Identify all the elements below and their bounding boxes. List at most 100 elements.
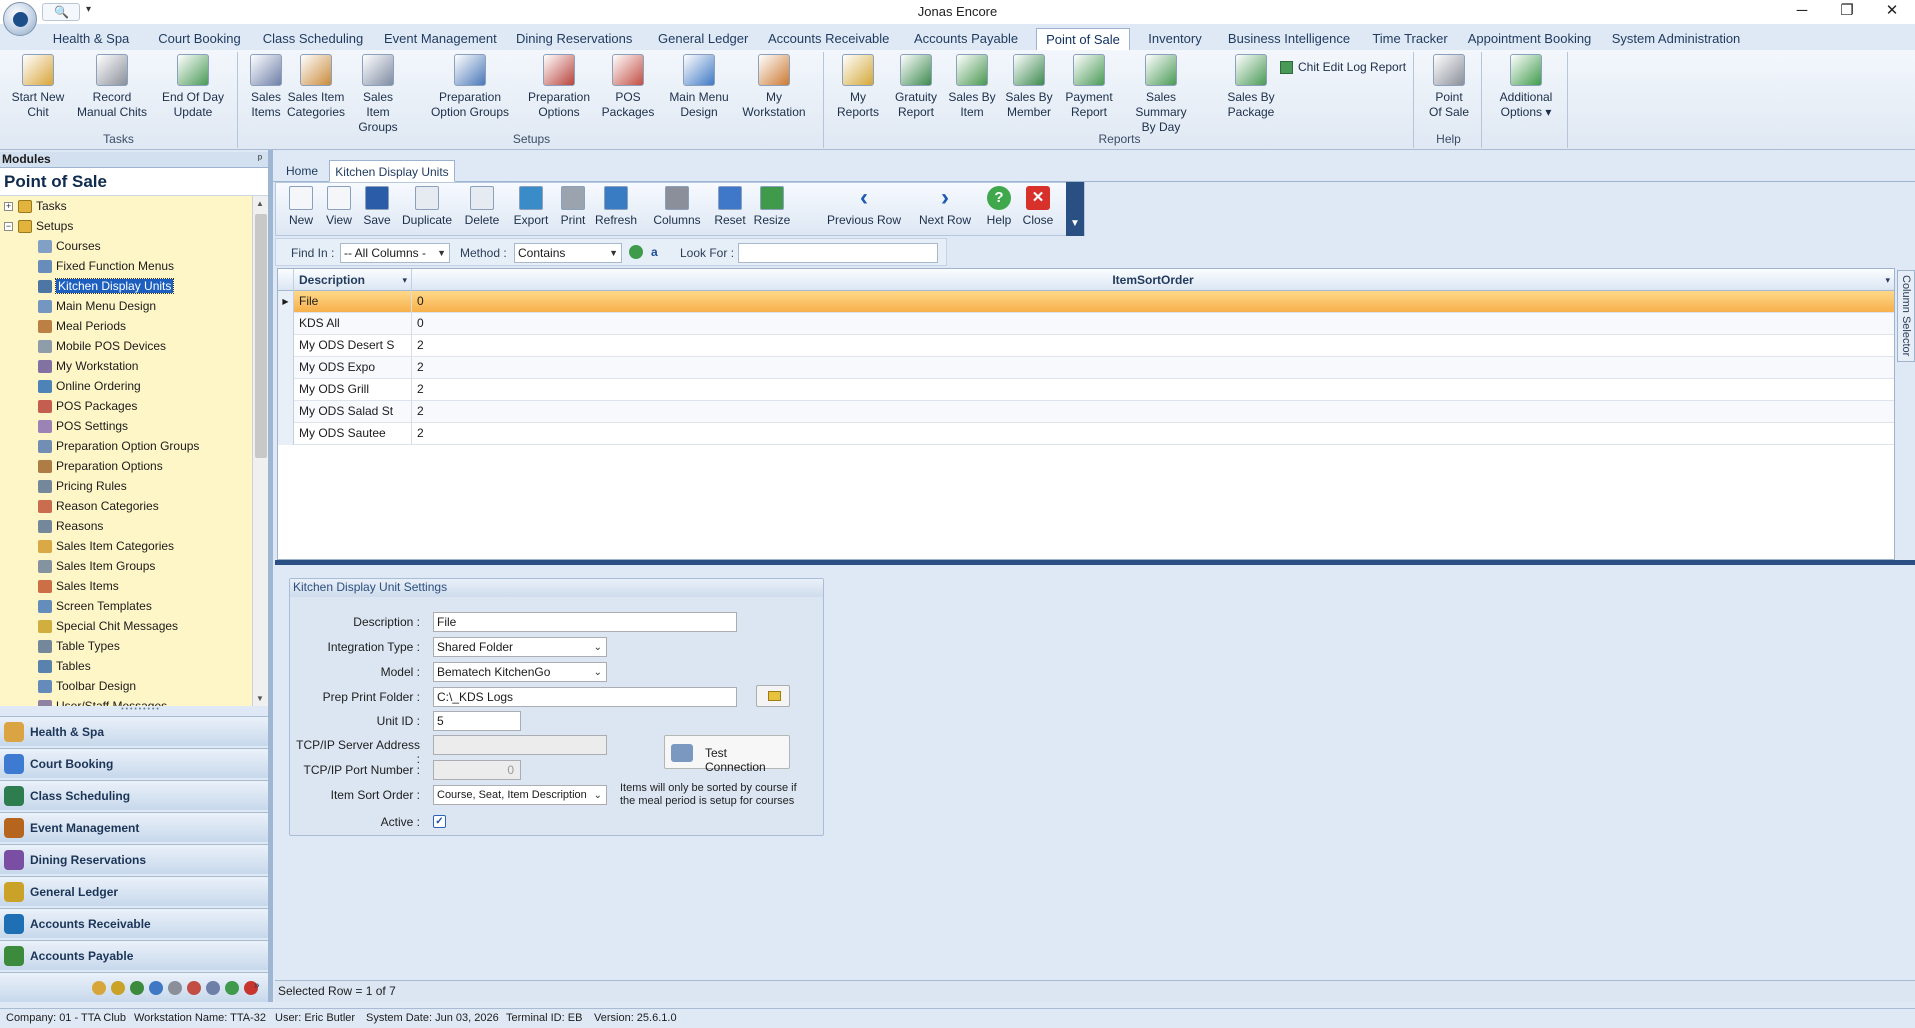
tree-node-setups[interactable]: Setups bbox=[18, 217, 73, 235]
tree-item-sales-item-groups[interactable]: Sales Item Groups bbox=[38, 557, 155, 575]
ribbon-button-end-of-day-update[interactable]: End Of Day Update bbox=[158, 54, 228, 120]
grid-detail-splitter[interactable] bbox=[275, 560, 1915, 565]
ribbon-tab-system-administration[interactable]: System Administration bbox=[1610, 28, 1742, 50]
tree-item-preparation-option-groups[interactable]: Preparation Option Groups bbox=[38, 437, 199, 455]
column-filter-icon[interactable]: ▾ bbox=[1885, 269, 1890, 291]
tree-item-user-staff-messages[interactable]: User/Staff Messages bbox=[38, 697, 167, 706]
ribbon-button-gratuity-report[interactable]: Gratuity Report bbox=[888, 54, 944, 120]
ribbon-button-my-reports[interactable]: My Reports bbox=[832, 54, 884, 120]
view-button[interactable]: View bbox=[322, 186, 356, 227]
cell-item-sort-order[interactable]: 2 bbox=[412, 401, 1894, 423]
prep-print-folder-field[interactable]: C:\_KDS Logs bbox=[433, 687, 737, 707]
ribbon-tab-accounts-receivable[interactable]: Accounts Receivable bbox=[768, 28, 889, 50]
model-select[interactable]: Bematech KitchenGo ⌄ bbox=[433, 662, 607, 682]
row-indicator[interactable] bbox=[278, 379, 294, 401]
ribbon-tab-health-spa[interactable]: Health & Spa bbox=[44, 28, 138, 50]
cell-item-sort-order[interactable]: 2 bbox=[412, 357, 1894, 379]
nav-bar-event-management[interactable]: Event Management bbox=[0, 812, 268, 842]
cell-item-sort-order[interactable]: 2 bbox=[412, 423, 1894, 445]
tree-node-tasks[interactable]: Tasks bbox=[18, 197, 67, 215]
item-sort-order-select[interactable]: Course, Seat, Item Description ⌄ bbox=[433, 785, 607, 805]
health-spa-mini-icon[interactable] bbox=[92, 981, 106, 995]
columns-button[interactable]: Columns bbox=[647, 186, 707, 227]
look-for-input[interactable] bbox=[738, 243, 938, 263]
minimize-button[interactable]: ─ bbox=[1779, 0, 1825, 24]
tree-item-sales-item-categories[interactable]: Sales Item Categories bbox=[38, 537, 174, 555]
cell-description[interactable]: My ODS Grill bbox=[294, 379, 412, 401]
tree-item-reason-categories[interactable]: Reason Categories bbox=[38, 497, 159, 515]
ribbon-tab-business-intelligence[interactable]: Business Intelligence bbox=[1225, 28, 1353, 50]
test-connection-button[interactable]: Test Connection bbox=[664, 735, 790, 774]
accounts-receivable-mini-icon[interactable] bbox=[206, 981, 220, 995]
cell-item-sort-order[interactable]: 2 bbox=[412, 379, 1894, 401]
cell-description[interactable]: My ODS Sautee bbox=[294, 423, 412, 445]
tree-item-sales-items[interactable]: Sales Items bbox=[38, 577, 119, 595]
close-window-button[interactable]: ✕ bbox=[1869, 0, 1915, 24]
ribbon-tab-time-tracker[interactable]: Time Tracker bbox=[1370, 28, 1450, 50]
table-row[interactable]: ▶ File 0 bbox=[278, 291, 1894, 313]
ribbon-button-start-new-chit[interactable]: Start New Chit bbox=[4, 54, 72, 120]
cell-item-sort-order[interactable]: 2 bbox=[412, 335, 1894, 357]
ribbon-tab-event-management[interactable]: Event Management bbox=[384, 28, 497, 50]
tree-item-meal-periods[interactable]: Meal Periods bbox=[38, 317, 126, 335]
column-header-itemsortorder[interactable]: ItemSortOrder ▾ bbox=[412, 269, 1894, 291]
row-indicator[interactable] bbox=[278, 401, 294, 423]
row-indicator[interactable] bbox=[278, 313, 294, 335]
tree-item-courses[interactable]: Courses bbox=[38, 237, 101, 255]
table-row[interactable]: My ODS Salad St 2 bbox=[278, 401, 1894, 423]
nav-bar-accounts-receivable[interactable]: Accounts Receivable bbox=[0, 908, 268, 938]
tree-item-toolbar-design[interactable]: Toolbar Design bbox=[38, 677, 136, 695]
method-select[interactable]: Contains ▼ bbox=[514, 243, 622, 263]
active-checkbox[interactable]: ✓ bbox=[433, 815, 446, 828]
tree-expander-icon[interactable]: + bbox=[4, 202, 13, 211]
tree-item-pos-settings[interactable]: POS Settings bbox=[38, 417, 128, 435]
tree-item-pos-packages[interactable]: POS Packages bbox=[38, 397, 137, 415]
help-mini-icon[interactable] bbox=[225, 981, 239, 995]
nav-bar-accounts-payable[interactable]: Accounts Payable bbox=[0, 940, 268, 970]
chit-edit-log-report-button[interactable]: Chit Edit Log Report bbox=[1280, 60, 1406, 75]
description-field[interactable]: File bbox=[433, 612, 737, 632]
ribbon-button-sales-by-member[interactable]: Sales By Member bbox=[1002, 54, 1056, 120]
doc-tab-home[interactable]: Home bbox=[277, 160, 327, 182]
ribbon-button-pos-packages[interactable]: POS Packages bbox=[600, 54, 656, 120]
cell-description[interactable]: My ODS Expo bbox=[294, 357, 412, 379]
case-sensitive-icon[interactable]: a bbox=[651, 245, 658, 259]
save-button[interactable]: Save bbox=[360, 186, 394, 227]
general-ledger-mini-icon[interactable] bbox=[187, 981, 201, 995]
tree-item-pricing-rules[interactable]: Pricing Rules bbox=[38, 477, 127, 495]
ribbon-tab-dining-reservations[interactable]: Dining Reservations bbox=[516, 28, 632, 50]
ribbon-button-main-menu-design[interactable]: Main Menu Design bbox=[664, 54, 734, 120]
tree-item-fixed-function-menus[interactable]: Fixed Function Menus bbox=[38, 257, 174, 275]
integration-type-select[interactable]: Shared Folder ⌄ bbox=[433, 637, 607, 657]
ribbon-button-sales-by-item[interactable]: Sales By Item bbox=[948, 54, 996, 120]
help-button[interactable]: ? Help bbox=[982, 186, 1016, 227]
new-button[interactable]: New bbox=[284, 186, 318, 227]
ribbon-tab-class-scheduling[interactable]: Class Scheduling bbox=[262, 28, 364, 50]
table-row[interactable]: My ODS Expo 2 bbox=[278, 357, 1894, 379]
nav-bar-general-ledger[interactable]: General Ledger bbox=[0, 876, 268, 906]
find-in-select[interactable]: -- All Columns - ▼ bbox=[340, 243, 450, 263]
tree-item-tables[interactable]: Tables bbox=[38, 657, 91, 675]
row-indicator[interactable]: ▶ bbox=[278, 291, 294, 313]
cell-description[interactable]: KDS All bbox=[294, 313, 412, 335]
ribbon-tab-point-of-sale[interactable]: Point of Sale bbox=[1036, 28, 1130, 50]
tree-expander-icon[interactable]: − bbox=[4, 222, 13, 231]
ribbon-button-record-manual-chits[interactable]: Record Manual Chits bbox=[74, 54, 150, 120]
ribbon-button-my-workstation[interactable]: My Workstation bbox=[740, 54, 808, 120]
cell-description[interactable]: My ODS Desert S bbox=[294, 335, 412, 357]
delete-button[interactable]: Delete bbox=[462, 186, 502, 227]
column-filter-icon[interactable]: ▾ bbox=[402, 269, 407, 291]
ribbon-button-sales-item-categories[interactable]: Sales Item Categories bbox=[286, 54, 346, 120]
table-row[interactable]: My ODS Desert S2 bbox=[278, 335, 1894, 357]
application-menu-button[interactable] bbox=[3, 2, 37, 36]
nav-bar-class-scheduling[interactable]: Class Scheduling bbox=[0, 780, 268, 810]
row-indicator[interactable] bbox=[278, 335, 294, 357]
next-row-button[interactable]: › Next Row bbox=[914, 186, 976, 228]
court-booking-mini-icon[interactable] bbox=[111, 981, 125, 995]
table-row[interactable]: KDS All 0 bbox=[278, 313, 1894, 335]
doc-tab-kitchen-display-units[interactable]: Kitchen Display Units bbox=[329, 160, 455, 182]
scroll-up-arrow-icon[interactable]: ▲ bbox=[256, 199, 264, 208]
ribbon-tab-accounts-payable[interactable]: Accounts Payable bbox=[914, 28, 1018, 50]
tree-item-screen-templates[interactable]: Screen Templates bbox=[38, 597, 152, 615]
ribbon-button-point-of-sale[interactable]: Point Of Sale bbox=[1422, 54, 1476, 120]
